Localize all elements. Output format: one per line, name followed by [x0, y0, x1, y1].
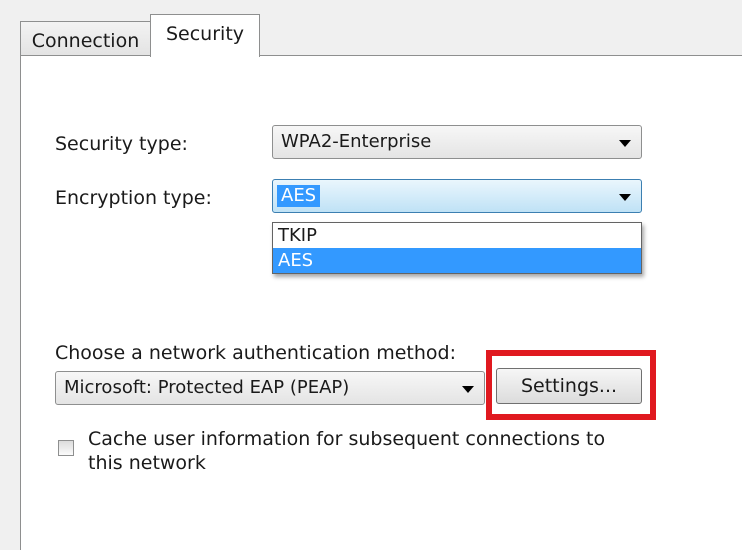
tab-security[interactable]: Security — [150, 14, 260, 57]
auth-method-value: Microsoft: Protected EAP (PEAP) — [64, 377, 350, 398]
security-type-label: Security type: — [55, 133, 188, 155]
encryption-type-value: AES — [277, 185, 321, 207]
encryption-type-select[interactable]: AES — [272, 179, 642, 213]
chevron-down-icon — [619, 194, 631, 201]
cache-user-info-checkbox[interactable] — [58, 440, 74, 456]
encryption-type-dropdown: TKIP AES — [272, 222, 642, 274]
chevron-down-icon — [619, 140, 631, 147]
security-type-value: WPA2-Enterprise — [281, 131, 432, 152]
chevron-down-icon — [462, 386, 474, 393]
auth-method-select[interactable]: Microsoft: Protected EAP (PEAP) — [55, 371, 485, 405]
cache-user-info-label: Cache user information for subsequent co… — [88, 428, 606, 474]
tab-strip: Connection Security — [0, 0, 742, 57]
encryption-type-label: Encryption type: — [55, 187, 212, 209]
dropdown-option-tkip[interactable]: TKIP — [273, 223, 641, 248]
settings-button[interactable]: Settings... — [496, 368, 642, 404]
tab-connection[interactable]: Connection — [20, 21, 150, 56]
security-panel: Security type: WPA2-Enterprise Encryptio… — [20, 55, 742, 550]
dropdown-option-aes[interactable]: AES — [273, 248, 641, 273]
security-type-select[interactable]: WPA2-Enterprise — [272, 125, 642, 159]
auth-method-label: Choose a network authentication method: — [55, 342, 457, 364]
